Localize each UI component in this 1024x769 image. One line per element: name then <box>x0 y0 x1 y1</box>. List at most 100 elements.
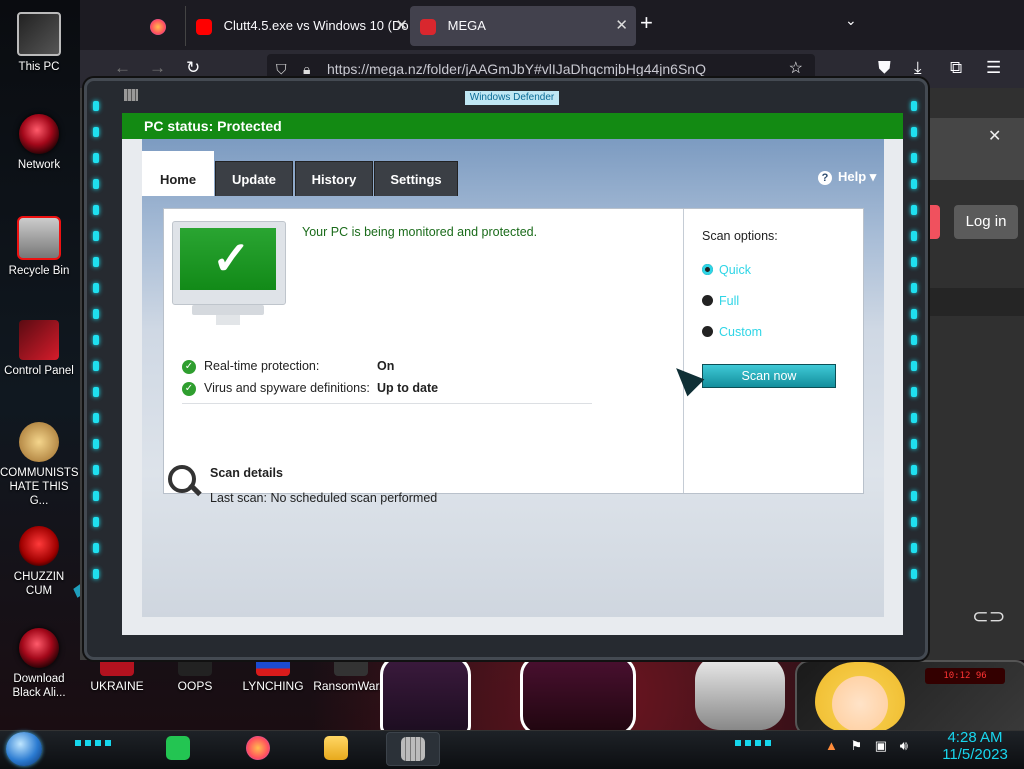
desktop-icon-recycle-bin[interactable]: Recycle Bin <box>0 216 78 278</box>
youtube-icon <box>196 18 212 35</box>
firefox-icon <box>246 736 270 760</box>
window-title: Windows Defender <box>465 91 559 105</box>
green-check-icon: ✓ <box>182 359 196 374</box>
start-orb-icon[interactable] <box>6 732 42 766</box>
desktop-icon-label: OOPS <box>177 679 213 693</box>
checkmark-icon: ✓ <box>212 232 251 284</box>
defender-client-area: PC status: Protected Home Update History… <box>122 113 903 635</box>
chevron-down-icon[interactable]: ⌄ <box>845 12 857 29</box>
desktop-icon-communists[interactable]: COMMUNISTS HATE THIS G... <box>0 422 79 508</box>
tab-youtube[interactable]: Clutt4.5.exe vs Windows 10 (Do ✕ <box>185 6 416 46</box>
close-icon[interactable]: ✕ <box>615 6 628 46</box>
radio-full[interactable]: Full <box>702 294 739 308</box>
notes-app-icon <box>166 736 190 760</box>
protected-message: Your PC is being monitored and protected… <box>302 225 538 239</box>
tab-firefox[interactable] <box>140 6 190 46</box>
extensions-icon[interactable]: ⧉ <box>950 58 962 78</box>
new-tab-icon[interactable]: + <box>640 10 653 36</box>
clock-date: 11/5/2023 <box>942 746 1008 763</box>
defender-window-icon <box>401 737 425 761</box>
desktop-icon-label: This PC <box>18 61 60 73</box>
tab-history[interactable]: History <box>295 161 373 196</box>
tab-title: MEGA <box>447 18 486 33</box>
scan-now-button[interactable]: Scan now <box>702 364 836 388</box>
back-arrow-icon[interactable]: ← <box>114 58 131 78</box>
help-icon: ? <box>818 171 832 185</box>
close-icon[interactable]: ✕ <box>395 6 408 46</box>
taskbar-app-defender[interactable] <box>386 732 440 766</box>
cartoon-character-face <box>815 662 905 732</box>
mega-icon <box>420 18 436 35</box>
tab-update[interactable]: Update <box>215 161 293 196</box>
help-label: Help <box>838 169 867 184</box>
desktop-icon-network[interactable]: Network <box>0 114 78 172</box>
desktop-icon-label: UKRAINE <box>90 679 144 693</box>
tab-mega[interactable]: MEGA ✕ <box>410 6 636 46</box>
desktop-icon-control-panel[interactable]: Control Panel <box>0 320 78 378</box>
close-icon[interactable]: ✕ <box>988 126 1001 146</box>
wallpaper-boot-art <box>520 655 636 736</box>
mouse-cursor-icon <box>667 359 705 397</box>
desktop-icon-label: Recycle Bin <box>8 265 70 277</box>
radio-custom[interactable]: Custom <box>702 325 762 339</box>
menu-icon[interactable]: ☰ <box>986 58 1001 78</box>
status-value: On <box>377 359 395 373</box>
control-panel-icon <box>19 320 59 360</box>
frame-led-strip <box>93 101 99 595</box>
defender-system-icon[interactable] <box>124 89 138 101</box>
forward-arrow-icon[interactable]: → <box>149 58 166 78</box>
reload-icon[interactable]: ↻ <box>186 58 200 78</box>
firefox-icon <box>150 18 166 35</box>
scan-details-title: Scan details <box>210 466 283 480</box>
desktop-icon-chuzzin[interactable]: CHUZZIN CUM <box>0 526 78 598</box>
download-icon[interactable]: ⤓ <box>914 58 922 78</box>
desktop-icon-label: Network <box>17 159 61 171</box>
desktop-icon-label: Download Black Ali... <box>12 673 66 699</box>
app-tray-icon[interactable]: ▲ <box>825 738 838 753</box>
taskbar-app-firefox[interactable] <box>232 732 284 764</box>
last-scan-info: Last scan: No scheduled scan performed <box>210 491 437 505</box>
status-label: Virus and spyware definitions: <box>204 381 370 395</box>
desktop-icon-this-pc[interactable]: This PC <box>0 12 78 74</box>
radio-quick[interactable]: Quick <box>702 263 751 277</box>
desktop-icon-label: Control Panel <box>4 365 74 377</box>
desktop-icon-label: LYNCHING <box>242 679 304 693</box>
mega-list-row <box>920 288 1024 316</box>
link-icon[interactable]: ⊂⊃ <box>972 604 1006 629</box>
last-scan-value: No scheduled scan performed <box>270 491 438 505</box>
radio-icon <box>702 295 713 306</box>
taskbar-clock[interactable]: 4:28 AM 11/5/2023 <box>934 729 1016 763</box>
home-panel: ✓ Your PC is being monitored and protect… <box>163 208 864 494</box>
desktop-icon-download[interactable]: Download Black Ali... <box>0 628 78 700</box>
monitor-base <box>216 315 240 325</box>
frame-led-strip <box>911 101 917 595</box>
taskbar-led <box>735 740 775 746</box>
login-button[interactable]: Log in <box>954 205 1018 239</box>
pocket-icon[interactable]: ⛊ <box>878 58 891 78</box>
scan-options-title: Scan options: <box>702 229 778 243</box>
this-pc-icon <box>17 12 61 56</box>
radio-label: Custom <box>719 325 763 339</box>
protected-monitor-icon: ✓ <box>172 221 286 305</box>
divider <box>182 403 592 404</box>
taskbar-app-explorer[interactable] <box>310 732 362 764</box>
volume-icon[interactable]: 🔊︎ <box>900 738 908 753</box>
help-menu[interactable]: ? Help ▾ <box>818 169 876 185</box>
flag-icon[interactable]: ⚑ <box>851 738 863 753</box>
magnifier-icon <box>168 465 202 497</box>
widget-display: 10:12 96 <box>925 668 1005 684</box>
caret-down-icon: ▾ <box>869 169 877 184</box>
monitor-stand <box>192 305 264 315</box>
taskbar-app-notes[interactable] <box>152 732 204 764</box>
radio-icon <box>702 326 713 337</box>
recycle-bin-icon <box>17 216 61 260</box>
clock-time: 4:28 AM <box>947 729 1003 746</box>
network-icon <box>19 114 59 154</box>
mega-banner <box>920 118 1024 180</box>
status-row-definitions: ✓ Virus and spyware definitions: Up to da… <box>182 381 438 396</box>
tab-settings[interactable]: Settings <box>374 161 458 196</box>
download-orb-icon <box>19 628 59 668</box>
taskbar-led <box>75 740 115 746</box>
tab-home[interactable]: Home <box>142 151 214 196</box>
network-tray-icon[interactable]: ▣ <box>875 738 887 753</box>
